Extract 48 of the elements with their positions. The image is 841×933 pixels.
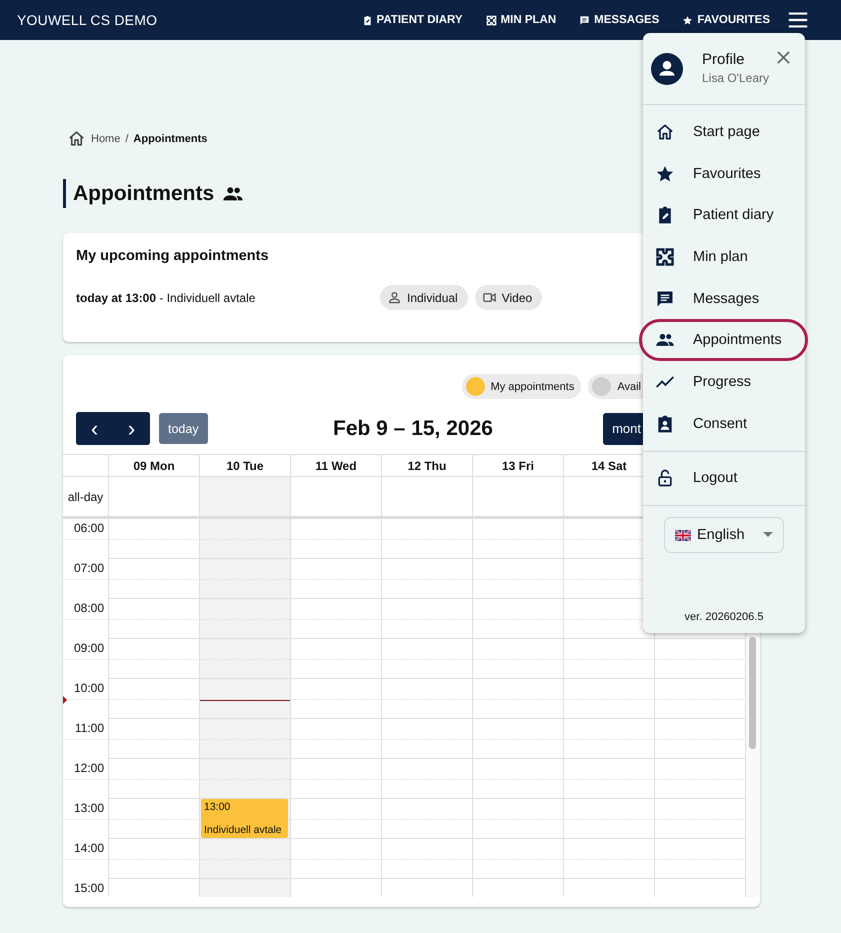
legend-chip[interactable]: My appointments	[462, 374, 582, 399]
day-header: 12 Thu	[382, 455, 473, 477]
calendar-title: Feb 9 – 15, 2026	[332, 416, 493, 440]
today-button[interactable]: today	[159, 413, 208, 444]
time-label: 08:00	[72, 600, 105, 615]
version-text: ver. 20260206.5	[684, 611, 764, 623]
day-header: 13 Fri	[473, 455, 564, 477]
nav-link[interactable]: MIN PLAN	[486, 14, 556, 26]
menu-item[interactable]: Min plan	[641, 236, 807, 278]
appointment-text: today at 13:00 - Individuell avtale	[76, 290, 256, 304]
nav-link[interactable]: FAVOURITES	[682, 14, 770, 26]
breadcrumb-separator: /	[125, 132, 128, 144]
language-select[interactable]: English	[664, 517, 784, 554]
event-time: 13:00	[204, 801, 232, 813]
time-label: 11:00	[74, 720, 105, 735]
tag-chip: Video	[474, 285, 542, 310]
user-name: Lisa O'Leary	[702, 71, 769, 85]
day-header: 11 Wed	[291, 455, 382, 477]
month-view-button[interactable]: mont	[603, 412, 643, 444]
time-label: 06:00	[72, 520, 105, 535]
time-label: 15:00	[72, 880, 105, 895]
time-label: 10:00	[72, 680, 105, 695]
profile-title[interactable]: Profile	[702, 51, 769, 68]
time-label: 07:00	[72, 560, 105, 575]
menu-item[interactable]: Start page	[641, 111, 807, 153]
breadcrumb-link[interactable]: Home	[91, 132, 120, 144]
calendar-event[interactable]: 13:00 Individuell avtale	[201, 799, 288, 838]
time-label: 14:00	[72, 840, 105, 855]
menu-item[interactable]: Patient diary	[641, 194, 807, 236]
menu-item[interactable]: Progress	[641, 361, 807, 403]
menu-item[interactable]: Appointments	[639, 319, 808, 362]
tag-chip: Individual	[380, 285, 468, 310]
time-label: 12:00	[72, 760, 105, 775]
breadcrumb-current: Appointments	[133, 132, 208, 144]
time-label: 09:00	[72, 640, 105, 655]
page-title: Appointments	[73, 182, 214, 206]
day-header: 09 Mon	[109, 455, 200, 477]
event-title: Individuell avtale	[204, 824, 283, 836]
nav-link[interactable]: MESSAGES	[579, 14, 660, 26]
menu-item[interactable]: Messages	[641, 278, 807, 320]
app-title: YOUWELL CS DEMO	[17, 12, 158, 28]
nav-link[interactable]: PATIENT DIARY	[362, 14, 463, 26]
legend-chip[interactable]: Avail	[588, 374, 643, 399]
card-title: My upcoming appointments	[76, 248, 269, 264]
all-day-label: all-day	[63, 477, 109, 517]
time-label: 13:00	[72, 800, 105, 815]
menu-item[interactable]: Favourites	[641, 152, 807, 194]
menu-item[interactable]: Consent	[641, 402, 807, 444]
